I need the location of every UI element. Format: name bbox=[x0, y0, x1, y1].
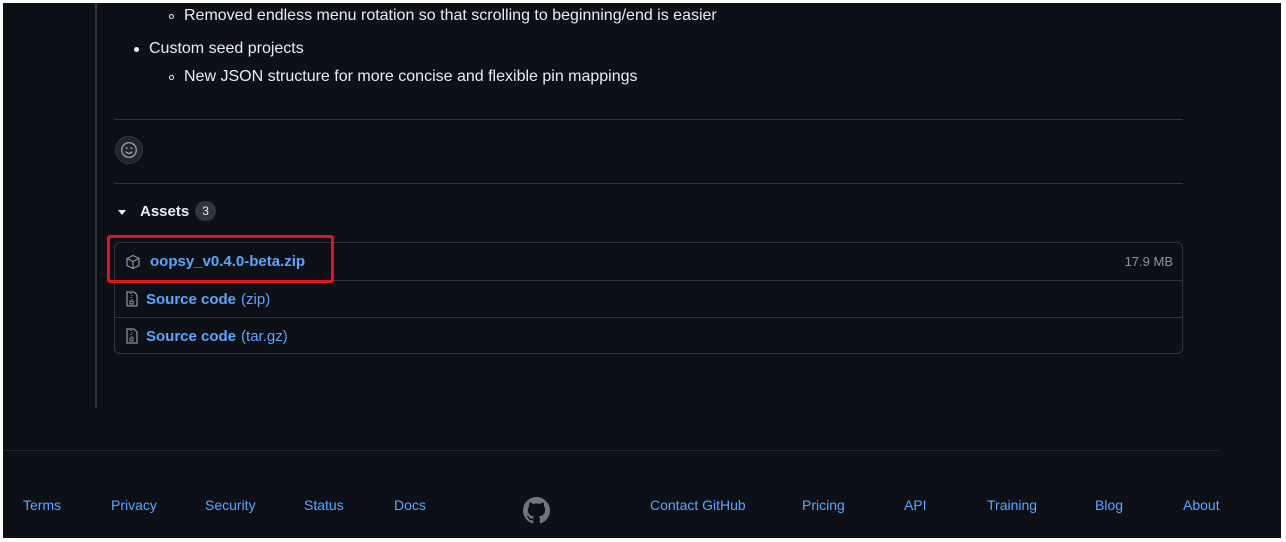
footer-link-api[interactable]: API bbox=[904, 497, 927, 513]
divider bbox=[114, 119, 1183, 120]
list-item-text: Custom seed projects bbox=[149, 40, 304, 57]
timeline-line bbox=[95, 3, 97, 408]
footer-link-status[interactable]: Status bbox=[304, 497, 344, 513]
release-page: Removed endless menu rotation so that sc… bbox=[3, 3, 1281, 538]
footer-link-about[interactable]: About bbox=[1183, 497, 1220, 513]
asset-kind-label: (tar.gz) bbox=[241, 327, 288, 345]
footer-link-training[interactable]: Training bbox=[987, 497, 1037, 513]
add-reaction-button[interactable] bbox=[115, 136, 143, 164]
highlight-box bbox=[107, 235, 334, 283]
list-item: Custom seed projects bbox=[134, 40, 304, 58]
list-item-text: Removed endless menu rotation so that sc… bbox=[184, 7, 717, 24]
assets-count-badge: 3 bbox=[195, 201, 216, 221]
footer-link-privacy[interactable]: Privacy bbox=[111, 497, 157, 513]
file-zip-icon bbox=[126, 328, 138, 344]
list-item-text: New JSON structure for more concise and … bbox=[184, 68, 638, 85]
list-item: Removed endless menu rotation so that sc… bbox=[169, 7, 717, 25]
footer-link-contact[interactable]: Contact GitHub bbox=[650, 497, 746, 513]
caret-down-icon bbox=[118, 209, 126, 215]
github-icon[interactable] bbox=[523, 497, 550, 524]
list-item: New JSON structure for more concise and … bbox=[169, 68, 638, 86]
footer-link-terms[interactable]: Terms bbox=[23, 497, 61, 513]
source-targz-link[interactable]: Source code bbox=[146, 328, 236, 345]
footer-link-pricing[interactable]: Pricing bbox=[802, 497, 845, 513]
smiley-icon bbox=[120, 141, 138, 159]
bullet-hollow-icon bbox=[169, 74, 174, 80]
footer-link-docs[interactable]: Docs bbox=[394, 497, 426, 513]
asset-row: Source code (zip) bbox=[115, 280, 1182, 317]
asset-kind-label: (zip) bbox=[241, 290, 271, 308]
footer-link-security[interactable]: Security bbox=[205, 497, 256, 513]
file-zip-icon bbox=[126, 291, 138, 307]
bullet-icon bbox=[134, 46, 139, 52]
assets-toggle[interactable]: Assets 3 bbox=[118, 201, 216, 221]
bullet-hollow-icon bbox=[169, 13, 174, 19]
divider bbox=[114, 183, 1183, 184]
assets-title: Assets bbox=[140, 202, 190, 220]
asset-row: Source code (tar.gz) bbox=[115, 317, 1182, 354]
footer-link-blog[interactable]: Blog bbox=[1095, 497, 1123, 513]
source-zip-link[interactable]: Source code bbox=[146, 291, 236, 308]
footer-divider bbox=[3, 450, 1219, 451]
asset-size: 17.9 MB bbox=[1124, 254, 1173, 269]
